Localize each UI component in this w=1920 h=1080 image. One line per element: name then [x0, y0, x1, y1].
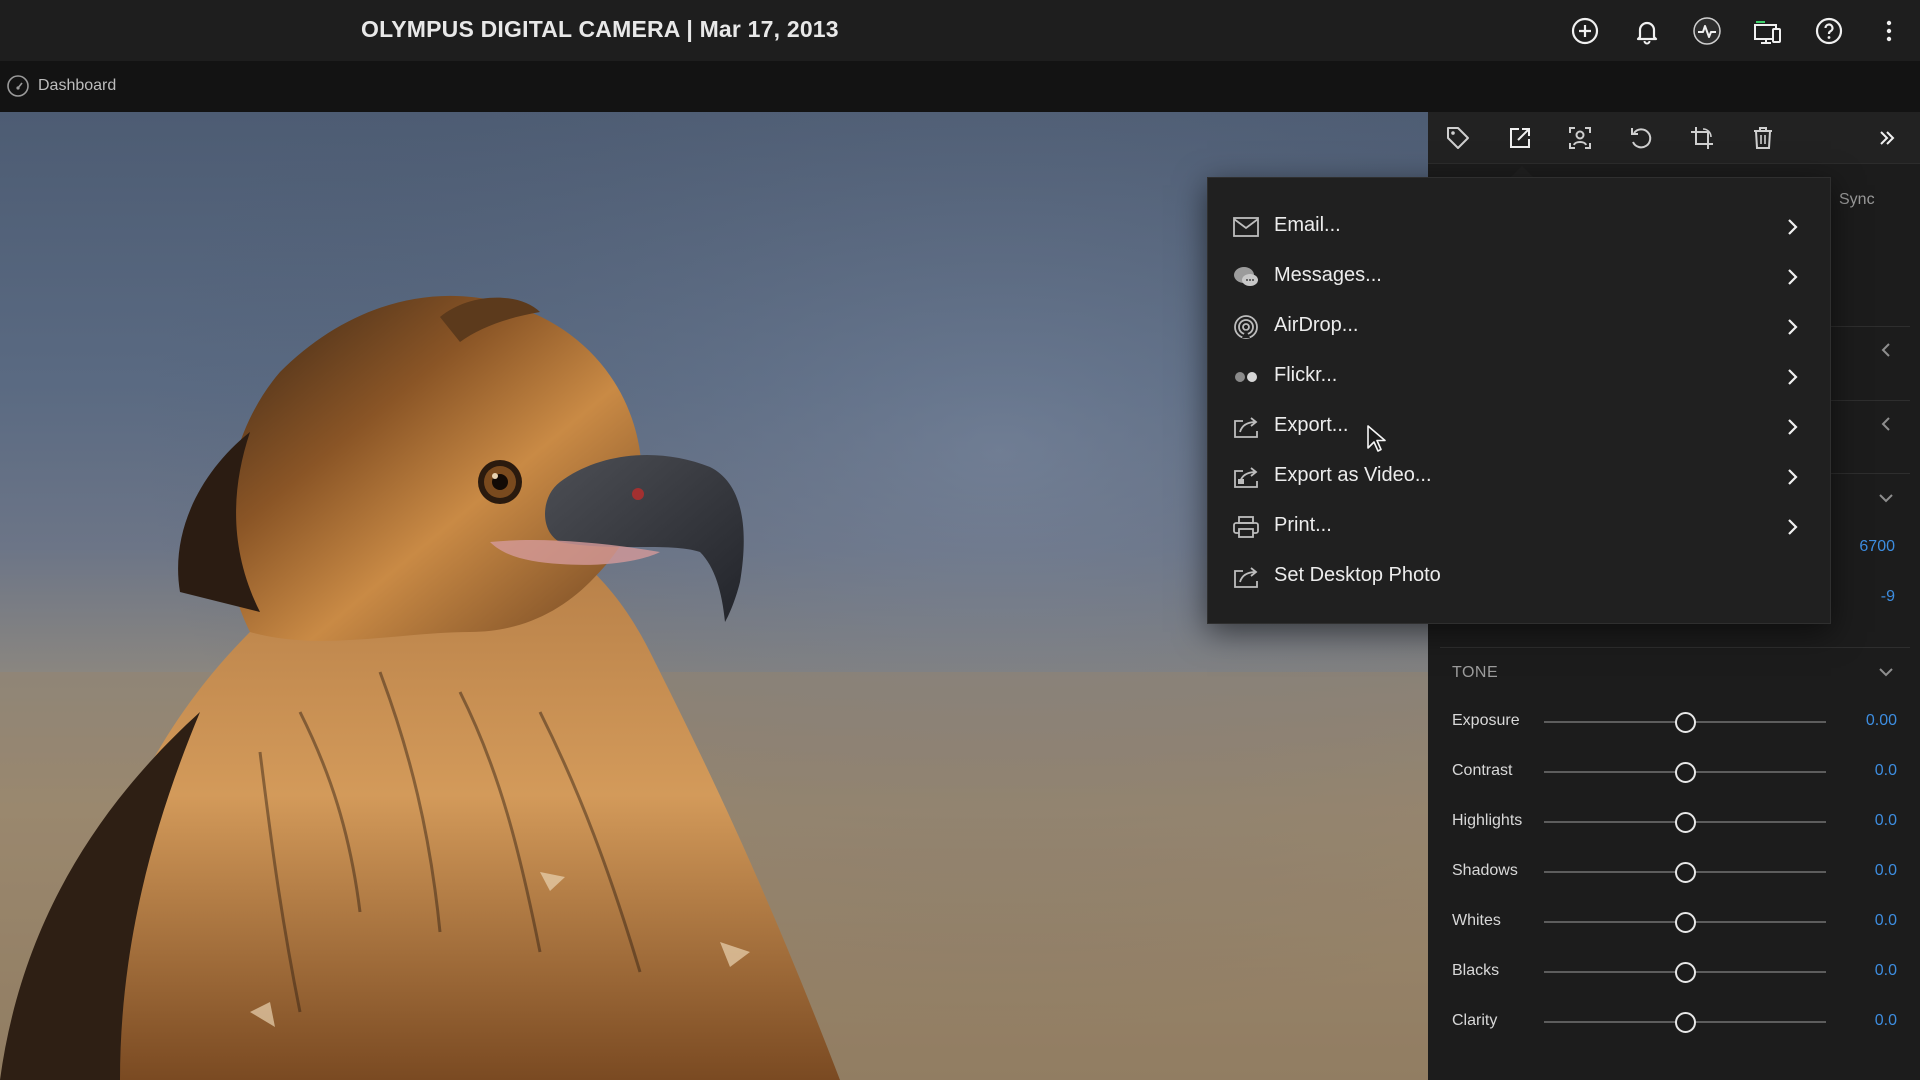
temp-value[interactable]: 6700 — [1859, 538, 1895, 556]
help-icon[interactable] — [1812, 14, 1846, 48]
slider-value[interactable]: 0.0 — [1837, 962, 1897, 980]
chevron-right-icon — [1788, 419, 1798, 435]
export-icon — [1234, 417, 1258, 438]
menu-item-label: Email... — [1274, 214, 1341, 236]
slider-value[interactable]: 0.00 — [1837, 712, 1897, 730]
slider-value[interactable]: 0.0 — [1837, 1012, 1897, 1030]
desktop-photo-icon — [1234, 567, 1258, 588]
slider-knob[interactable] — [1674, 712, 1696, 733]
menu-item-export-video[interactable]: Export as Video... — [1208, 452, 1830, 502]
mouse-cursor-icon — [1367, 425, 1386, 452]
slider-exposure[interactable]: Exposure 0.00 — [1452, 707, 1897, 737]
chevron-right-icon — [1788, 319, 1798, 335]
slider-knob[interactable] — [1674, 912, 1696, 933]
slider-knob[interactable] — [1674, 862, 1696, 883]
messages-icon — [1234, 267, 1258, 286]
airdrop-icon — [1234, 315, 1258, 339]
flickr-icon — [1235, 372, 1257, 382]
trash-icon[interactable] — [1748, 123, 1778, 153]
share-icon[interactable] — [1505, 123, 1535, 153]
slider-shadows[interactable]: Shadows 0.0 — [1452, 857, 1897, 887]
slider-knob[interactable] — [1674, 762, 1696, 783]
chevron-left-icon[interactable] — [1876, 340, 1896, 360]
chevron-right-icon — [1788, 469, 1798, 485]
slider-value[interactable]: 0.0 — [1837, 912, 1897, 930]
page-title: OLYMPUS DIGITAL CAMERA | Mar 17, 2013 — [361, 16, 839, 42]
slider-label: Shadows — [1452, 862, 1518, 879]
breadcrumb[interactable]: Dashboard — [6, 74, 116, 98]
slider-clarity[interactable]: Clarity 0.0 — [1452, 1007, 1897, 1037]
slider-value[interactable]: 0.0 — [1837, 862, 1897, 880]
export-video-icon — [1234, 467, 1258, 488]
menu-item-set-desktop-photo[interactable]: Set Desktop Photo — [1208, 552, 1830, 602]
menu-item-label: Export... — [1274, 414, 1349, 436]
tone-section-header[interactable]: TONE — [1452, 664, 1498, 682]
printer-icon — [1233, 516, 1259, 538]
envelope-icon — [1233, 217, 1259, 237]
menu-item-label: AirDrop... — [1274, 314, 1359, 336]
breadcrumb-label: Dashboard — [38, 77, 117, 94]
slider-label: Highlights — [1452, 812, 1523, 829]
chevron-right-icon — [1788, 269, 1798, 285]
chevron-left-icon[interactable] — [1876, 414, 1896, 434]
activity-icon[interactable] — [1690, 14, 1724, 48]
menu-item-print[interactable]: Print... — [1208, 502, 1830, 552]
menu-item-label: Messages... — [1274, 264, 1382, 286]
menu-item-email[interactable]: Email... — [1208, 202, 1830, 252]
chevron-right-icon — [1788, 369, 1798, 385]
rotate-icon[interactable] — [1626, 123, 1656, 153]
slider-knob[interactable] — [1674, 962, 1696, 983]
menu-item-label: Set Desktop Photo — [1274, 564, 1441, 586]
slider-blacks[interactable]: Blacks 0.0 — [1452, 957, 1897, 987]
menu-item-messages[interactable]: Messages... — [1208, 252, 1830, 302]
crop-icon[interactable] — [1687, 123, 1717, 153]
menu-item-label: Print... — [1274, 514, 1332, 536]
slider-label: Contrast — [1452, 762, 1513, 779]
tag-icon[interactable] — [1443, 123, 1473, 153]
share-menu: Email... Messages... AirDrop... Flickr..… — [1207, 177, 1831, 624]
menu-item-label: Export as Video... — [1274, 464, 1432, 486]
devices-icon[interactable] — [1750, 14, 1784, 48]
slider-highlights[interactable]: Highlights 0.0 — [1452, 807, 1897, 837]
slider-contrast[interactable]: Contrast 0.0 — [1452, 757, 1897, 787]
menu-item-export[interactable]: Export... — [1208, 402, 1830, 452]
panel-toolbar — [1428, 112, 1920, 164]
breadcrumb-bar — [0, 61, 1920, 112]
chevron-down-icon[interactable] — [1876, 662, 1896, 682]
more-vertical-icon[interactable] — [1872, 14, 1906, 48]
menu-item-airdrop[interactable]: AirDrop... — [1208, 302, 1830, 352]
slider-label: Exposure — [1452, 712, 1520, 729]
collapse-icon[interactable] — [1872, 123, 1902, 153]
add-circle-icon[interactable] — [1568, 14, 1602, 48]
slider-knob[interactable] — [1674, 1012, 1696, 1033]
slider-knob[interactable] — [1674, 812, 1696, 833]
dashboard-icon — [7, 75, 29, 97]
bell-icon[interactable] — [1630, 14, 1664, 48]
slider-whites[interactable]: Whites 0.0 — [1452, 907, 1897, 937]
chevron-right-icon — [1788, 519, 1798, 535]
tint-value[interactable]: -9 — [1881, 588, 1895, 606]
menu-item-label: Flickr... — [1274, 364, 1338, 386]
slider-label: Whites — [1452, 912, 1501, 929]
slider-value[interactable]: 0.0 — [1837, 812, 1897, 830]
people-icon[interactable] — [1565, 123, 1595, 153]
divider — [1440, 647, 1910, 648]
menu-item-flickr[interactable]: Flickr... — [1208, 352, 1830, 402]
sync-button[interactable]: Sync — [1839, 191, 1875, 209]
slider-label: Clarity — [1452, 1012, 1498, 1029]
slider-label: Blacks — [1452, 962, 1500, 979]
chevron-down-icon[interactable] — [1876, 488, 1896, 508]
chevron-right-icon — [1788, 219, 1798, 235]
slider-value[interactable]: 0.0 — [1837, 762, 1897, 780]
